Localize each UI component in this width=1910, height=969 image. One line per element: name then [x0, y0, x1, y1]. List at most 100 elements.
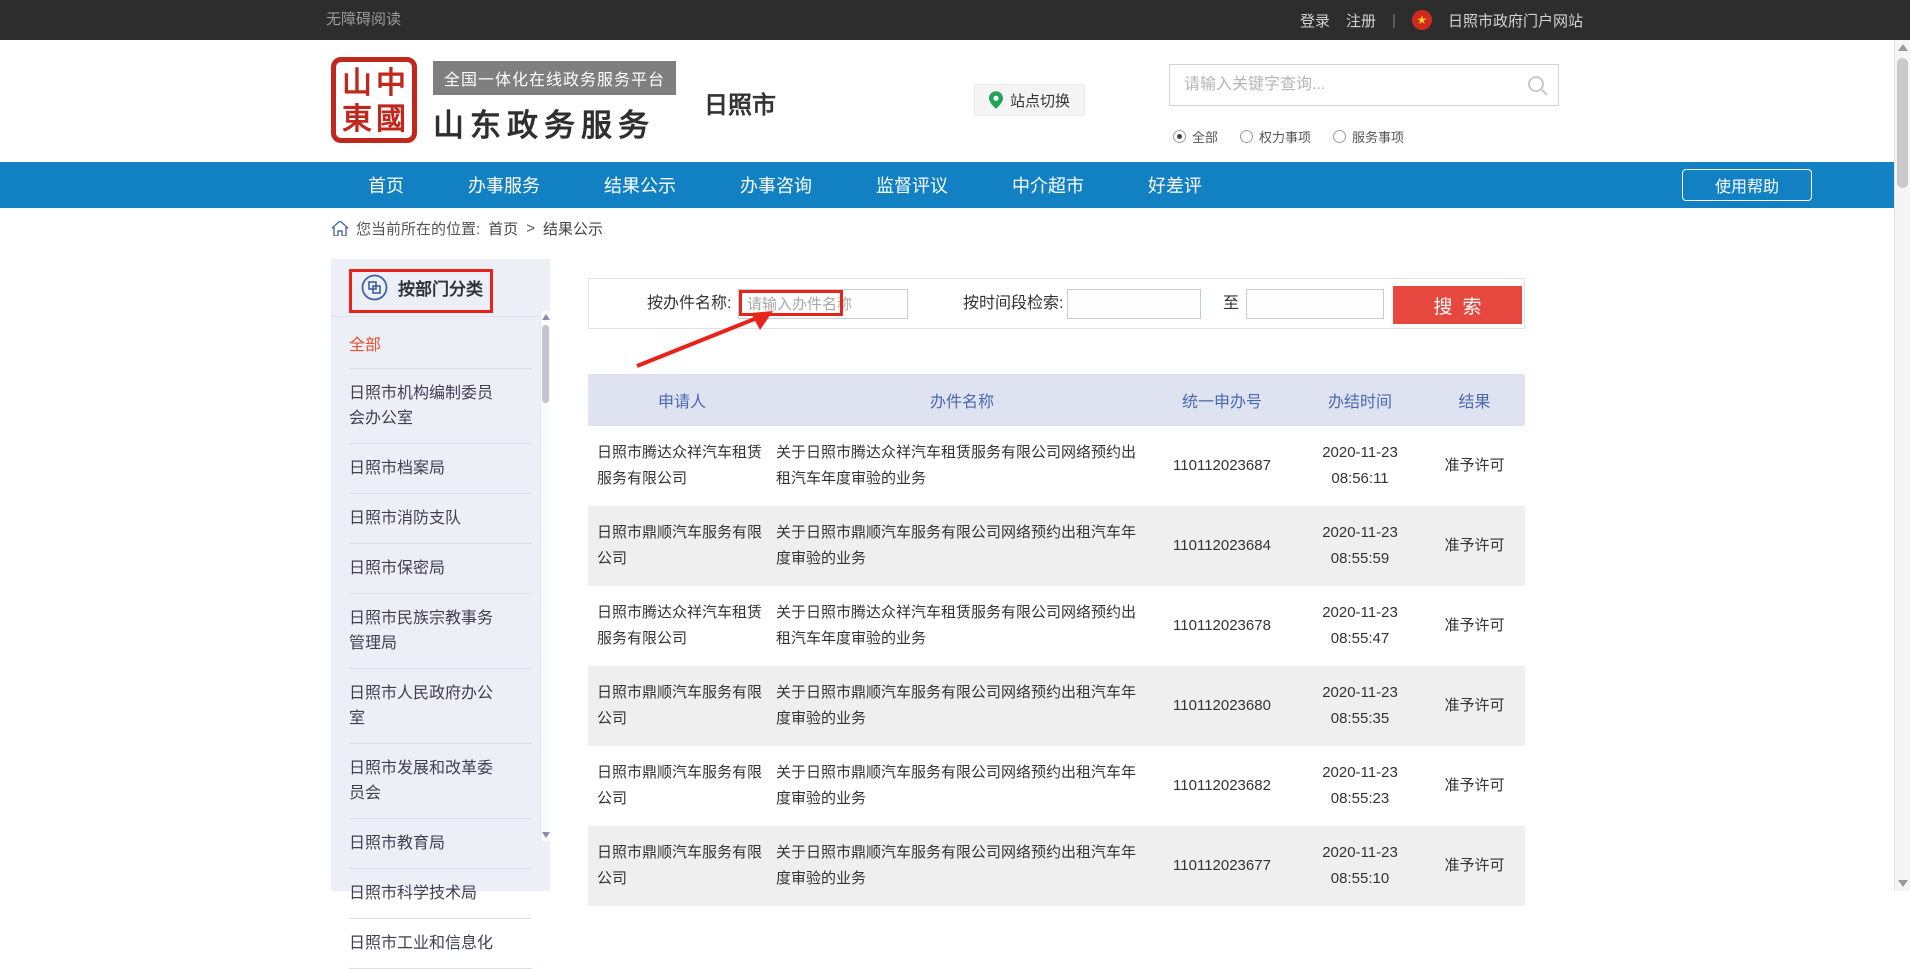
result-cell: 准予许可	[1424, 506, 1525, 586]
applicant-text: 日照市鼎顺汽车服务有限公司	[597, 680, 775, 732]
applicant-cell: 日照市腾达众祥汽车租赁服务有限公司	[588, 586, 776, 666]
topbar-right-group: 登录 注册 | ★ 日照市政府门户网站	[1300, 0, 1583, 40]
sidebar-item[interactable]: 日照市工业和信息化	[349, 919, 532, 969]
radio-icon	[1333, 130, 1346, 143]
finish-date: 2020-11-23	[1322, 760, 1398, 786]
site-title: 山东政务服务	[433, 100, 676, 145]
finish-clock: 08:55:59	[1331, 546, 1389, 572]
scope-power-label: 权力事项	[1259, 127, 1311, 146]
results-table: 申请人 办件名称 统一申办号 办结时间 结果 日照市腾达众祥汽车租赁服务有限公司…	[588, 374, 1525, 906]
portal-site-link[interactable]: 日照市政府门户网站	[1448, 10, 1583, 31]
item-title-cell: 关于日照市腾达众祥汽车租赁服务有限公司网络预约出租汽车年度审验的业务	[776, 586, 1148, 666]
scroll-down-icon[interactable]	[1898, 880, 1908, 887]
col-header-id: 统一申办号	[1148, 374, 1296, 426]
table-row[interactable]: 日照市鼎顺汽车服务有限公司 关于日照市鼎顺汽车服务有限公司网络预约出租汽车年度审…	[588, 746, 1525, 826]
time-filter-label: 按时间段检索:	[963, 279, 1063, 328]
time-end-input[interactable]	[1246, 289, 1384, 319]
name-input-wrap	[738, 289, 908, 319]
table-row[interactable]: 日照市鼎顺汽车服务有限公司 关于日照市鼎顺汽车服务有限公司网络预约出租汽车年度审…	[588, 506, 1525, 586]
search-button[interactable]: 搜索	[1393, 286, 1522, 324]
table-body: 日照市腾达众祥汽车租赁服务有限公司 关于日照市腾达众祥汽车租赁服务有限公司网络预…	[588, 426, 1525, 906]
sidebar-item-label: 日照市民族宗教事务管理局	[349, 606, 501, 656]
scroll-down-icon[interactable]	[542, 832, 550, 838]
platform-banner: 全国一体化在线政务服务平台	[433, 61, 676, 95]
table-row[interactable]: 日照市鼎顺汽车服务有限公司 关于日照市鼎顺汽车服务有限公司网络预约出租汽车年度审…	[588, 826, 1525, 906]
sidebar-item-label: 日照市科学技术局	[349, 881, 501, 906]
apply-id-cell: 110112023680	[1148, 666, 1296, 746]
nav-item[interactable]: 办事服务	[468, 172, 540, 198]
sidebar-item[interactable]: 日照市科学技术局	[349, 869, 532, 919]
logo-text-block: 全国一体化在线政务服务平台 山东政务服务	[433, 61, 676, 145]
scope-all[interactable]: 全部	[1173, 127, 1218, 146]
sidebar-item-label: 日照市工业和信息化	[349, 931, 501, 956]
finish-date: 2020-11-23	[1322, 440, 1398, 466]
radio-selected-icon	[1173, 130, 1186, 143]
header-search-box	[1169, 64, 1559, 106]
apply-id-cell: 110112023678	[1148, 586, 1296, 666]
site-switch-button[interactable]: 站点切换	[974, 84, 1085, 116]
nav-item[interactable]: 首页	[368, 172, 404, 198]
applicant-text: 日照市鼎顺汽车服务有限公司	[597, 520, 775, 572]
apply-id-cell: 110112023687	[1148, 426, 1296, 506]
seal-char: 國	[374, 102, 408, 138]
scroll-up-icon[interactable]	[1898, 44, 1908, 51]
sidebar-item[interactable]: 日照市机构编制委员会办公室	[349, 369, 532, 444]
result-filter-bar: 按办件名称: 按时间段检索: 至 搜索	[588, 278, 1525, 329]
nav-item[interactable]: 办事咨询	[740, 172, 812, 198]
sidebar-item-label: 日照市消防支队	[349, 506, 501, 531]
keyword-search-input[interactable]	[1170, 65, 1522, 105]
result-cell: 准予许可	[1424, 666, 1525, 746]
applicant-cell: 日照市鼎顺汽车服务有限公司	[588, 746, 776, 826]
scope-service[interactable]: 服务事项	[1333, 127, 1404, 146]
sidebar-item-label: 日照市机构编制委员会办公室	[349, 381, 501, 431]
applicant-cell: 日照市鼎顺汽车服务有限公司	[588, 666, 776, 746]
sidebar-item[interactable]: 日照市民族宗教事务管理局	[349, 594, 532, 669]
finish-date: 2020-11-23	[1322, 680, 1398, 706]
page-scrollbar[interactable]	[1894, 40, 1910, 891]
radio-icon	[1240, 130, 1253, 143]
table-row[interactable]: 日照市鼎顺汽车服务有限公司 关于日照市鼎顺汽车服务有限公司网络预约出租汽车年度审…	[588, 666, 1525, 746]
item-title-text: 关于日照市腾达众祥汽车租赁服务有限公司网络预约出租汽车年度审验的业务	[776, 600, 1148, 652]
applicant-cell: 日照市腾达众祥汽车租赁服务有限公司	[588, 426, 776, 506]
search-icon[interactable]	[1526, 74, 1550, 98]
help-button[interactable]: 使用帮助	[1682, 169, 1812, 201]
finish-clock: 08:55:35	[1331, 706, 1389, 732]
scroll-up-icon[interactable]	[542, 314, 550, 320]
sidebar-item[interactable]: 日照市保密局	[349, 544, 532, 594]
apply-id-cell: 110112023677	[1148, 826, 1296, 906]
sidebar-item[interactable]: 日照市发展和改革委员会	[349, 744, 532, 819]
table-row[interactable]: 日照市腾达众祥汽车租赁服务有限公司 关于日照市腾达众祥汽车租赁服务有限公司网络预…	[588, 586, 1525, 666]
scrollbar-thumb[interactable]	[1897, 58, 1908, 188]
item-title-cell: 关于日照市鼎顺汽车服务有限公司网络预约出租汽车年度审验的业务	[776, 826, 1148, 906]
scope-service-label: 服务事项	[1352, 127, 1404, 146]
item-title-text: 关于日照市鼎顺汽车服务有限公司网络预约出租汽车年度审验的业务	[776, 760, 1148, 812]
finish-date: 2020-11-23	[1322, 520, 1398, 546]
item-title-cell: 关于日照市鼎顺汽车服务有限公司网络预约出租汽车年度审验的业务	[776, 506, 1148, 586]
scrollbar-thumb[interactable]	[542, 325, 549, 403]
nav-item[interactable]: 结果公示	[604, 172, 676, 198]
sidebar-item[interactable]: 日照市消防支队	[349, 494, 532, 544]
finish-time-cell: 2020-11-23 08:55:59	[1296, 506, 1424, 586]
login-link[interactable]: 登录	[1300, 10, 1330, 31]
sidebar-item[interactable]: 日照市教育局	[349, 819, 532, 869]
nav-item[interactable]: 好差评	[1148, 172, 1202, 198]
accessibility-link[interactable]: 无障碍阅读	[326, 0, 401, 40]
sidebar-item-label: 日照市保密局	[349, 556, 501, 581]
sidebar-title: 按部门分类	[398, 275, 483, 300]
apply-id-cell: 110112023682	[1148, 746, 1296, 826]
register-link[interactable]: 注册	[1346, 10, 1376, 31]
scope-all-label: 全部	[1192, 127, 1218, 146]
scope-power[interactable]: 权力事项	[1240, 127, 1311, 146]
sidebar-scrollbar[interactable]	[540, 311, 550, 841]
sidebar-item[interactable]: 日照市档案局	[349, 444, 532, 494]
nav-item[interactable]: 监督评议	[876, 172, 948, 198]
breadcrumb-home-link[interactable]: 首页	[488, 218, 518, 239]
sidebar-item[interactable]: 日照市人民政府办公室	[349, 669, 532, 744]
table-row[interactable]: 日照市腾达众祥汽车租赁服务有限公司 关于日照市腾达众祥汽车租赁服务有限公司网络预…	[588, 426, 1525, 506]
item-name-input[interactable]	[738, 289, 908, 319]
sidebar-item-all[interactable]: 全部	[349, 317, 532, 369]
breadcrumb-prefix: 您当前所在的位置:	[356, 218, 480, 239]
time-start-input[interactable]	[1067, 289, 1201, 319]
nav-item[interactable]: 中介超市	[1012, 172, 1084, 198]
seal-char: 東	[340, 102, 374, 138]
